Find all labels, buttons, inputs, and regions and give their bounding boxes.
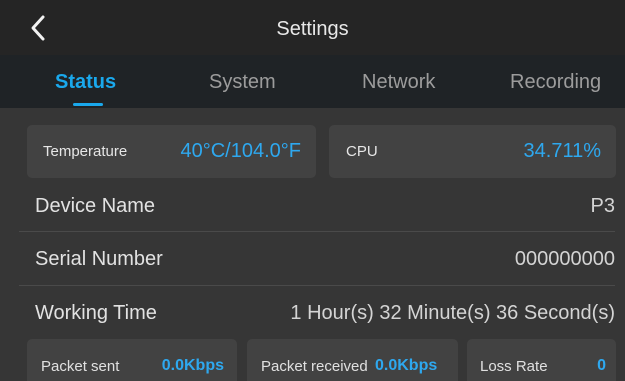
serial-number-label: Serial Number [35, 248, 163, 270]
settings-screen: Settings Status System Network Recording… [0, 0, 625, 381]
divider [19, 285, 615, 286]
page-title: Settings [276, 18, 349, 40]
serial-number-value: 000000000 [514, 248, 615, 270]
tab-status[interactable]: Status [55, 55, 116, 108]
tab-recording[interactable]: Recording [510, 55, 601, 108]
loss-rate-label: Loss Rate [480, 358, 548, 375]
loss-rate-value: 0 [597, 357, 606, 374]
back-button[interactable] [26, 14, 52, 42]
device-name-label: Device Name [35, 195, 156, 217]
working-time-label: Working Time [35, 302, 157, 324]
tab-network[interactable]: Network [362, 55, 435, 108]
title-bar: Settings [0, 0, 625, 55]
loss-rate-card: Loss Rate 0 [467, 339, 616, 381]
divider [19, 231, 615, 232]
active-tab-indicator [73, 103, 103, 106]
packet-received-value: 0.0Kbps [375, 357, 438, 374]
temperature-label: Temperature [43, 143, 128, 160]
device-name-value: P3 [590, 195, 615, 217]
tab-system[interactable]: System [209, 55, 276, 108]
tab-bar: Status System Network Recording [0, 55, 625, 108]
info-row-working-time: Working Time 1 Hour(s) 32 Minute(s) 36 S… [19, 287, 615, 339]
packet-received-card: Packet received 0.0Kbps [247, 339, 458, 381]
chevron-left-icon [31, 15, 45, 41]
working-time-value: 1 Hour(s) 32 Minute(s) 36 Second(s) [290, 302, 615, 324]
cpu-label: CPU [346, 143, 378, 160]
packet-sent-value: 0.0Kbps [161, 357, 224, 374]
cpu-value: 34.711% [523, 140, 601, 162]
info-row-serial-number: Serial Number 000000000 [19, 233, 615, 285]
temperature-card: Temperature 40°C/104.0°F [27, 125, 316, 178]
packet-sent-card: Packet sent 0.0Kbps [27, 339, 237, 381]
packet-sent-label: Packet sent [41, 358, 120, 375]
temperature-value: 40°C/104.0°F [180, 140, 301, 162]
cpu-card: CPU 34.711% [329, 125, 616, 178]
packet-received-label: Packet received [261, 358, 368, 375]
info-row-device-name: Device Name P3 [19, 180, 615, 232]
